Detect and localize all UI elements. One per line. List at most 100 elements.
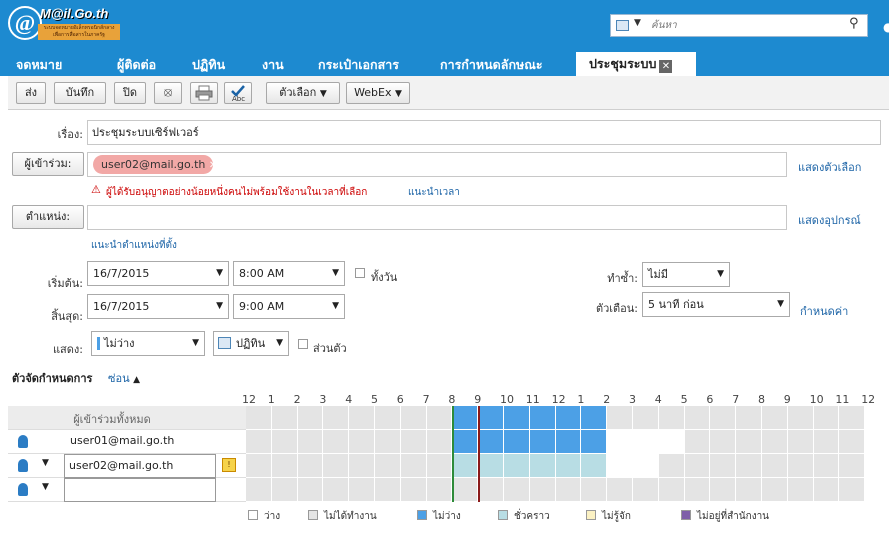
time-slot[interactable] — [813, 478, 840, 502]
time-slot[interactable] — [297, 478, 324, 502]
time-slot[interactable] — [839, 454, 866, 478]
time-slot[interactable] — [504, 454, 530, 478]
chevron-down-icon[interactable]: ▼ — [634, 18, 641, 28]
start-date-select[interactable]: 16/7/2015 ▼ — [87, 261, 229, 286]
tab-preferences[interactable]: การกำหนดลักษณะ — [440, 54, 543, 76]
time-slot[interactable] — [607, 430, 633, 454]
time-slot[interactable] — [375, 478, 401, 502]
time-slot[interactable] — [658, 430, 685, 454]
show-as-select[interactable]: ไม่ว่าง ▼ — [91, 331, 205, 356]
time-slot[interactable] — [349, 478, 375, 502]
time-slot[interactable] — [400, 478, 427, 502]
time-slot[interactable] — [478, 406, 504, 430]
tab-tasks[interactable]: งาน — [262, 54, 284, 76]
search-input[interactable] — [651, 17, 836, 34]
time-slot[interactable] — [607, 478, 633, 502]
private-checkbox[interactable] — [298, 339, 308, 349]
suggest-time-link[interactable]: แนะนำเวลา — [408, 185, 460, 200]
location-button[interactable]: ตำแหน่ง: — [12, 205, 84, 229]
time-slot[interactable] — [323, 430, 350, 454]
save-button[interactable]: บันทึก — [54, 82, 106, 104]
tab-briefcase[interactable]: กระเป๋าเอกสาร — [318, 54, 399, 76]
tab-appointment[interactable]: ประชุมระบบ ✕ — [576, 52, 696, 76]
webex-menu[interactable]: WebEx ▼ — [346, 82, 410, 104]
allday-checkbox[interactable] — [355, 268, 365, 278]
time-slot[interactable] — [478, 454, 504, 478]
time-slot[interactable] — [375, 430, 401, 454]
time-slot[interactable] — [400, 430, 427, 454]
time-slot[interactable] — [323, 478, 350, 502]
time-slot[interactable] — [529, 430, 556, 454]
time-slot[interactable] — [581, 478, 608, 502]
time-slot[interactable] — [271, 430, 298, 454]
time-slot[interactable] — [684, 478, 711, 502]
time-slot[interactable] — [633, 430, 659, 454]
time-slot[interactable] — [504, 478, 530, 502]
show-equipment-link[interactable]: แสดงอุปกรณ์ — [798, 211, 861, 229]
time-slot[interactable] — [271, 478, 298, 502]
gear-icon[interactable]: ● — [883, 20, 889, 34]
time-slot[interactable] — [478, 430, 504, 454]
time-slot[interactable] — [658, 406, 685, 430]
time-slot[interactable] — [375, 454, 401, 478]
meeting-end-marker[interactable] — [478, 406, 481, 502]
attendee-input[interactable]: user02@mail.go.th — [64, 454, 216, 478]
time-slot[interactable] — [710, 454, 737, 478]
time-slot[interactable] — [813, 406, 840, 430]
time-slot[interactable] — [736, 478, 762, 502]
configure-link[interactable]: กำหนดค่า — [800, 302, 848, 320]
time-slot[interactable] — [762, 430, 788, 454]
time-slot[interactable] — [349, 430, 375, 454]
time-slot[interactable] — [684, 430, 711, 454]
attendee-chip[interactable]: user02@mail.go.th ✕ — [93, 155, 217, 174]
time-slot[interactable] — [452, 406, 479, 430]
time-slot[interactable] — [555, 406, 582, 430]
time-slot[interactable] — [787, 478, 814, 502]
time-slot[interactable] — [349, 454, 375, 478]
time-slot[interactable] — [323, 406, 350, 430]
time-slot[interactable] — [246, 454, 272, 478]
time-slot[interactable] — [581, 430, 608, 454]
time-slot[interactable] — [426, 406, 453, 430]
end-time-select[interactable]: 9:00 AM ▼ — [233, 294, 345, 319]
time-slot[interactable] — [426, 478, 453, 502]
time-slot[interactable] — [839, 406, 866, 430]
time-slot[interactable] — [710, 478, 737, 502]
time-slot[interactable] — [504, 406, 530, 430]
suggest-location-link[interactable]: แนะนำตำแหน่งที่ตั้ง — [91, 238, 177, 253]
time-slot[interactable] — [684, 406, 711, 430]
attendees-button[interactable]: ผู้เข้าร่วม: — [12, 152, 84, 176]
start-time-select[interactable]: 8:00 AM ▼ — [233, 261, 345, 286]
reminder-select[interactable]: 5 นาที ก่อน ▼ — [642, 292, 790, 317]
spellcheck-button[interactable]: Abc — [224, 82, 252, 104]
time-slot[interactable] — [297, 406, 324, 430]
time-slot[interactable] — [271, 454, 298, 478]
search-icon[interactable]: ⚲ — [849, 16, 859, 31]
tab-calendar[interactable]: ปฏิทิน — [192, 54, 225, 76]
time-slot[interactable] — [478, 478, 504, 502]
time-slot[interactable] — [633, 454, 659, 478]
chevron-down-icon[interactable]: ▼ — [42, 458, 49, 468]
time-slot[interactable] — [658, 478, 685, 502]
time-slot[interactable] — [323, 454, 350, 478]
close-button[interactable]: ปิด — [114, 82, 146, 104]
chevron-down-icon[interactable]: ▼ — [42, 482, 49, 492]
time-slot[interactable] — [246, 478, 272, 502]
tab-mail[interactable]: จดหมาย — [16, 54, 62, 76]
time-slot[interactable] — [426, 430, 453, 454]
show-options-link[interactable]: แสดงตัวเลือก — [798, 158, 861, 176]
subject-field[interactable]: ประชุมระบบเซิร์ฟเวอร์ — [87, 120, 881, 145]
time-slot[interactable] — [452, 430, 479, 454]
time-slot[interactable] — [607, 406, 633, 430]
attach-button[interactable]: ⦻ — [154, 82, 182, 104]
time-slot[interactable] — [762, 478, 788, 502]
time-slot[interactable] — [684, 454, 711, 478]
time-slot[interactable] — [452, 478, 479, 502]
time-slot[interactable] — [839, 478, 866, 502]
time-slot[interactable] — [555, 430, 582, 454]
close-icon[interactable]: ✕ — [209, 160, 217, 171]
meeting-start-marker[interactable] — [452, 406, 455, 502]
time-slot[interactable] — [813, 454, 840, 478]
location-field[interactable] — [87, 205, 787, 230]
time-slot[interactable] — [581, 406, 608, 430]
